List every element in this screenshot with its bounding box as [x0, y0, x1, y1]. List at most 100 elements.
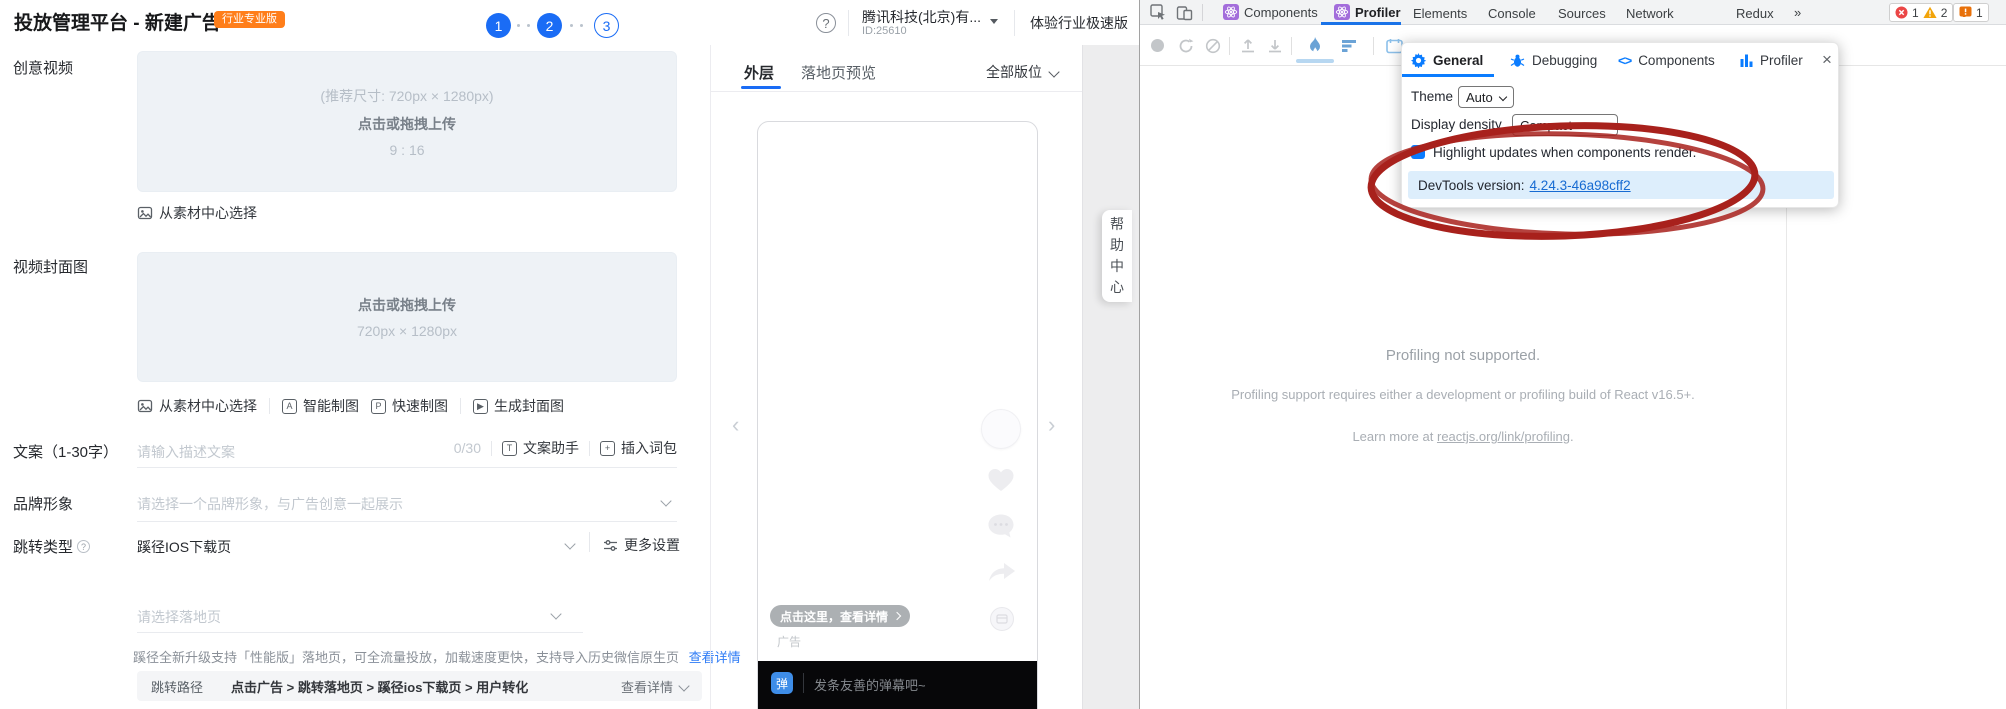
theme-select[interactable]: Auto [1458, 86, 1514, 108]
tab-network[interactable]: Network [1626, 6, 1674, 21]
chevron-down-icon[interactable] [660, 495, 672, 507]
video-material-center-link[interactable]: 从素材中心选择 [137, 203, 257, 223]
divider [1014, 10, 1015, 36]
divider [848, 10, 849, 36]
more-panel-icon[interactable] [989, 606, 1015, 632]
step-dots [570, 24, 583, 27]
more-settings-button[interactable]: 更多设置 [603, 535, 680, 555]
tab-console[interactable]: Console [1488, 6, 1536, 21]
inspect-element-icon[interactable] [1150, 4, 1167, 21]
error-warning-badges[interactable]: 1 2 [1889, 3, 1954, 22]
settings-tab-components[interactable]: <> Components [1618, 53, 1715, 68]
tab-profiler[interactable]: Profiler [1334, 4, 1401, 20]
placement-select[interactable]: 全部版位 [986, 62, 1060, 82]
danmaku-input[interactable]: 发条友善的弹幕吧~ [814, 675, 926, 694]
avatar[interactable] [981, 409, 1021, 449]
issues-icon [1959, 6, 1972, 17]
tab-redux[interactable]: Redux [1736, 6, 1774, 21]
ranked-chart-icon[interactable] [1341, 39, 1357, 53]
theme-label: Theme [1411, 89, 1454, 104]
char-counter: 0/30 [453, 440, 481, 456]
ai-image-icon: A [282, 398, 297, 414]
step-2[interactable]: 2 [537, 13, 562, 38]
comment-icon[interactable] [987, 513, 1015, 540]
highlight-updates-checkbox[interactable]: ✓ [1411, 145, 1425, 159]
devtools-version-link[interactable]: 4.24.3-46a98cff2 [1530, 178, 1631, 193]
device-toolbar-icon[interactable] [1176, 4, 1193, 21]
quick-image-link[interactable]: P 快速制图 [371, 396, 448, 416]
profiling-docs-link[interactable]: reactjs.org/link/profiling [1437, 429, 1570, 444]
account-name[interactable]: 腾讯科技(北京)有... [862, 7, 981, 27]
video-upload-dropzone[interactable]: (推荐尺寸: 720px × 1280px) 点击或拖拽上传 9 : 16 [137, 51, 677, 192]
account-caret-icon[interactable] [990, 19, 998, 24]
help-center-tab[interactable]: 帮 助 中 心 [1102, 210, 1132, 302]
close-icon[interactable]: × [1822, 50, 1832, 70]
profiler-message-learn-more: Learn more at reactjs.org/link/profiling… [1352, 429, 1574, 444]
generate-cover-link[interactable]: ▶ 生成封面图 [473, 396, 564, 416]
note-detail-link[interactable]: 查看详情 [689, 650, 741, 665]
video-ratio-hint: 9 : 16 [389, 141, 425, 158]
insert-wordpack-button[interactable]: + 插入词包 [600, 438, 677, 458]
tab-components[interactable]: Components [1223, 4, 1318, 20]
copy-input[interactable]: 请输入描述文案 [137, 442, 235, 462]
sliders-icon [604, 539, 617, 551]
more-tabs-button[interactable]: » [1794, 5, 1801, 20]
cta-pill[interactable]: 点击这里，查看详情 [770, 605, 911, 627]
edition-badge: 行业专业版 [214, 11, 285, 28]
generate-cover-icon: ▶ [473, 398, 488, 414]
jump-path-detail-link[interactable]: 查看详情 [621, 677, 690, 696]
jump-path-label: 跳转路径 [151, 679, 204, 695]
share-icon[interactable] [987, 559, 1017, 583]
save-profile-button[interactable] [1267, 38, 1283, 54]
ad-tag: 广告 [777, 635, 802, 649]
cover-upload-dropzone[interactable]: 点击或拖拽上传 720px × 1280px [137, 252, 677, 382]
next-arrow[interactable]: › [1048, 412, 1055, 438]
copy-tools: 0/30 T 文案助手 + 插入词包 [437, 438, 677, 458]
screenshot-root: 投放管理平台 - 新建广告 行业专业版 1 2 3 ? 腾讯科技(北京)有...… [0, 0, 2006, 709]
bar-chart-icon [1740, 54, 1753, 67]
tab-sources[interactable]: Sources [1558, 6, 1606, 21]
profiler-message-subtitle: Profiling support requires either a deve… [1231, 387, 1695, 402]
code-icon: <> [1618, 53, 1632, 68]
prev-arrow[interactable]: ‹ [732, 412, 739, 438]
tab-landing-preview[interactable]: 落地页预览 [801, 62, 876, 83]
jump-path-box: 跳转路径 点击广告 > 跳转落地页 > 蹊径ios下载页 > 用户转化 查看详情 [137, 671, 702, 701]
smart-image-link[interactable]: A 智能制图 [282, 396, 359, 416]
jump-type-help-icon[interactable]: ? [77, 540, 91, 553]
tab-elements[interactable]: Elements [1413, 6, 1467, 21]
step-dots [517, 24, 530, 27]
jump-type-select[interactable]: 蹊径IOS下载页 [137, 537, 231, 557]
record-button[interactable] [1151, 39, 1164, 52]
account-id: ID:25610 [862, 25, 907, 37]
load-profile-button[interactable] [1240, 38, 1256, 54]
cover-label: 视频封面图 [13, 259, 89, 276]
page-title: 投放管理平台 - 新建广告 [14, 13, 221, 34]
help-icon[interactable]: ? [816, 13, 836, 33]
flamegraph-tab-icon[interactable] [1306, 36, 1324, 56]
tab-outer-layer[interactable]: 外层 [744, 62, 774, 83]
ad-platform-window: 投放管理平台 - 新建广告 行业专业版 1 2 3 ? 腾讯科技(北京)有...… [0, 0, 1139, 709]
reload-button[interactable] [1178, 38, 1194, 54]
danmaku-icon[interactable]: 弹 [771, 672, 793, 694]
clear-button[interactable] [1205, 38, 1221, 54]
landing-page-select[interactable]: 请选择落地页 [137, 607, 221, 627]
issues-badge[interactable]: 1 [1953, 3, 1989, 22]
cover-material-center-link[interactable]: 从素材中心选择 [137, 396, 257, 416]
step-3[interactable]: 3 [594, 13, 619, 38]
quick-image-icon: P [371, 398, 386, 414]
step-1[interactable]: 1 [486, 13, 511, 38]
insert-icon: + [600, 440, 615, 456]
chevron-down-icon[interactable] [564, 538, 576, 550]
jump-path-value: 点击广告 > 跳转落地页 > 蹊径ios下载页 > 用户转化 [231, 679, 529, 695]
input-underline [137, 467, 677, 468]
express-version-link[interactable]: 体验行业极速版 [1030, 13, 1128, 33]
display-density-select[interactable]: Compact [1512, 114, 1618, 136]
chevron-down-icon[interactable] [550, 608, 562, 620]
like-icon[interactable] [987, 467, 1015, 493]
settings-tab-general[interactable]: General [1411, 53, 1483, 68]
brand-select[interactable]: 请选择一个品牌形象，与广告创意一起展示 [137, 494, 403, 514]
copy-assistant-button[interactable]: T 文案助手 [502, 438, 579, 458]
settings-tab-profiler[interactable]: Profiler [1740, 53, 1803, 68]
settings-tab-debugging[interactable]: Debugging [1510, 53, 1597, 68]
chevron-down-icon [678, 680, 690, 692]
